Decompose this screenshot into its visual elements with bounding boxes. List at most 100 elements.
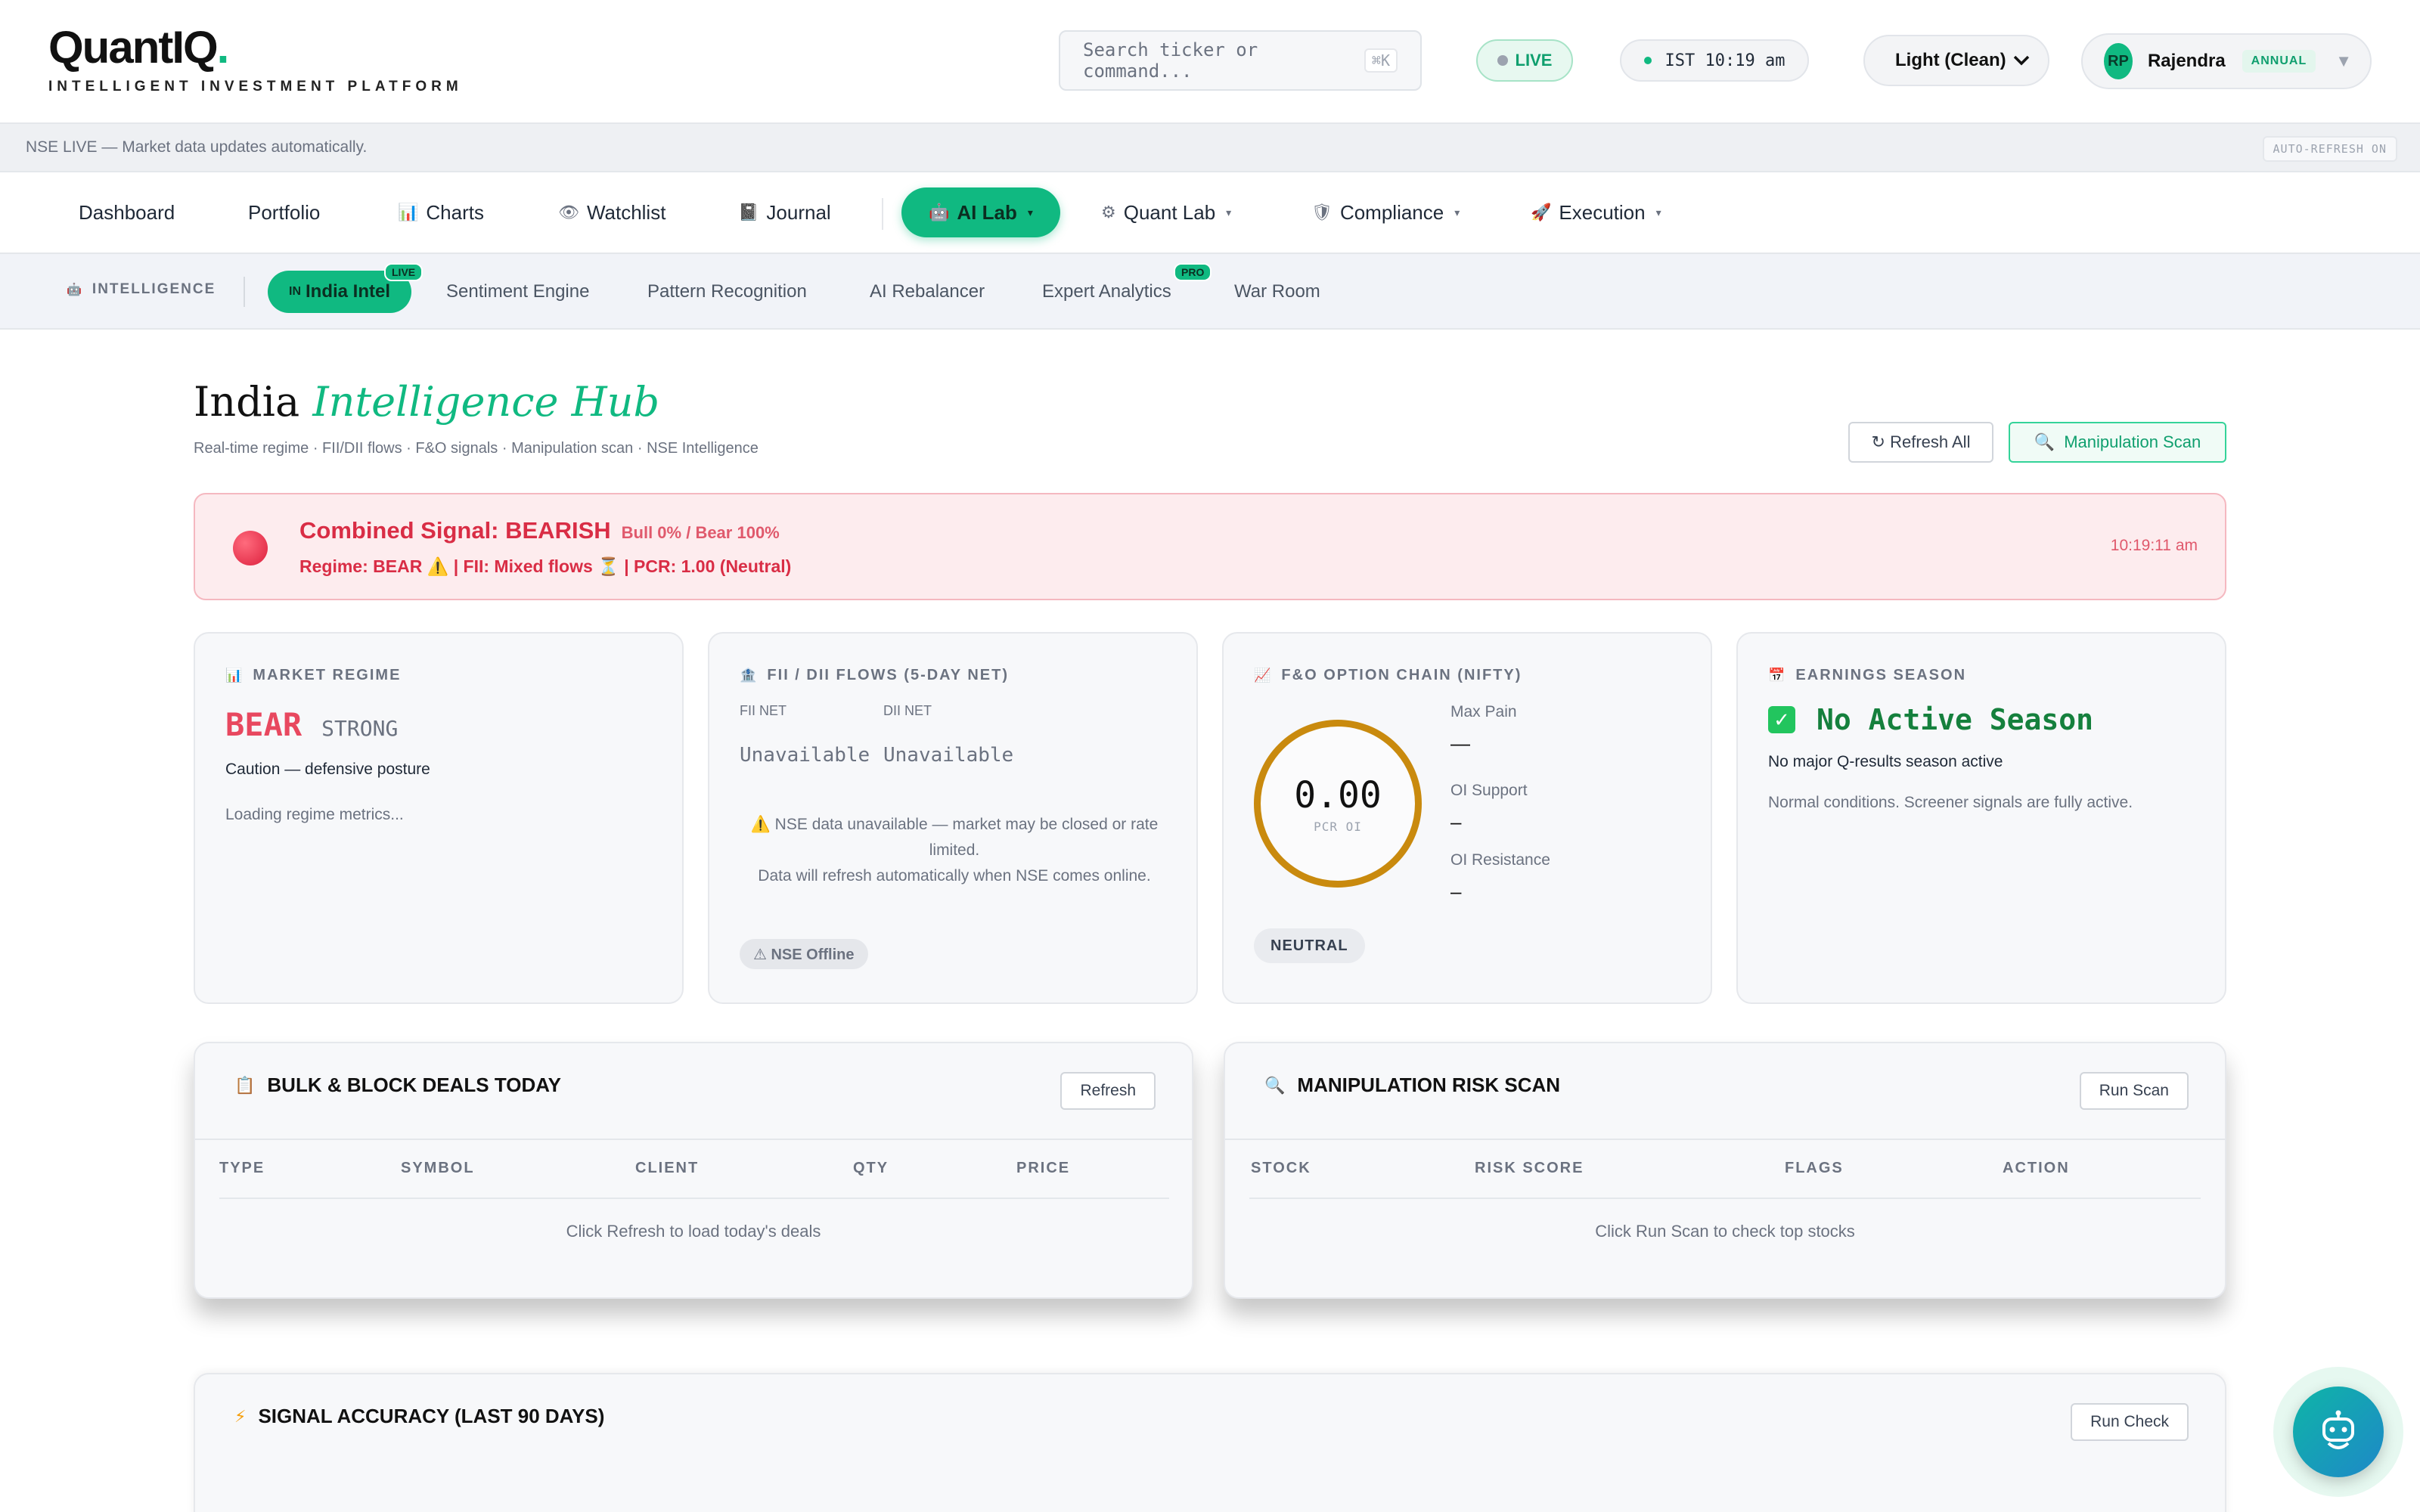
subtab-pattern-recognition[interactable]: Pattern Recognition	[647, 271, 807, 313]
nav-label: AI Lab	[957, 200, 1017, 224]
earnings-status: ✓ No Active Season	[1768, 703, 2093, 736]
panel-title: 📋 BULK & BLOCK DEALS TODAY	[234, 1074, 561, 1097]
subtab-war-room[interactable]: War Room	[1234, 271, 1320, 313]
calendar-icon: 📅	[1768, 668, 1787, 683]
live-label: LIVE	[1515, 51, 1553, 70]
oi-resistance-value: –	[1450, 880, 1462, 903]
signal-title-text: Combined Signal: BEARISH	[299, 517, 611, 544]
subtab-expert-analytics[interactable]: Expert Analytics	[1042, 271, 1171, 313]
caret-icon: ▾	[1454, 206, 1460, 218]
sub-divider	[244, 277, 245, 307]
sub-nav: 🤖 INTELLIGENCE IN India Intel LIVE Sentim…	[0, 254, 2420, 330]
manipulation-scan-button[interactable]: 🔍 Manipulation Scan	[2009, 422, 2226, 463]
user-menu[interactable]: RP Rajendra ANNUAL ▼	[2081, 33, 2372, 89]
refresh-all-button[interactable]: ↻ Refresh All	[1848, 422, 1993, 463]
column-header[interactable]: FLAGS	[1785, 1160, 1844, 1177]
nav-charts[interactable]: 📊 Charts	[398, 187, 484, 237]
card-heading-text: EARNINGS SEASON	[1795, 667, 1967, 683]
card-heading: 📅 EARNINGS SEASON	[1768, 667, 1966, 684]
clock-badge: IST 10:19 am	[1620, 39, 1809, 82]
column-header[interactable]: QTY	[853, 1160, 889, 1177]
panel-title: ⚡ SIGNAL ACCURACY (LAST 90 DAYS)	[234, 1405, 604, 1428]
page-subtitle: Real-time regime · FII/DII flows · F&O s…	[194, 440, 759, 457]
nav-label: Journal	[766, 200, 831, 224]
manipulation-scan-label: Manipulation Scan	[2064, 432, 2201, 451]
dii-net-label: DII NET	[883, 703, 932, 718]
nse-message-line-1: ⚠️ NSE data unavailable — market may be …	[750, 816, 1159, 859]
nse-unavailable-message: ⚠️ NSE data unavailable — market may be …	[740, 812, 1169, 889]
notebook-icon: 📓	[738, 203, 759, 222]
auto-refresh-badge[interactable]: AUTO-REFRESH ON	[2262, 136, 2397, 162]
caret-down-icon: ▼	[2335, 51, 2352, 70]
theme-select[interactable]: Light (Clean)	[1863, 35, 2049, 86]
india-flag-icon: IN	[289, 285, 301, 298]
clock-text: IST 10:19 am	[1665, 51, 1786, 70]
subtab-label: India Intel	[306, 281, 391, 302]
empty-state-message: Click Refresh to load today's deals	[566, 1222, 821, 1241]
nav-compliance[interactable]: 🛡 Compliance ▾	[1311, 187, 1460, 237]
panel-title-text: SIGNAL ACCURACY (LAST 90 DAYS)	[258, 1405, 605, 1427]
earnings-title: No Active Season	[1817, 703, 2094, 736]
card-heading: 📊 MARKET REGIME	[225, 667, 401, 684]
signal-timestamp: 10:19:11 am	[2110, 537, 2198, 554]
card-heading: 📈 F&O OPTION CHAIN (NIFTY)	[1254, 667, 1522, 684]
column-header[interactable]: RISK SCORE	[1475, 1160, 1584, 1177]
live-dot-icon	[1497, 55, 1508, 66]
subtab-sentiment-engine[interactable]: Sentiment Engine	[446, 271, 589, 313]
signal-accuracy-panel: ⚡ SIGNAL ACCURACY (LAST 90 DAYS) Run Chec…	[194, 1373, 2226, 1512]
refresh-deals-button[interactable]: Refresh	[1060, 1072, 1156, 1110]
sub-section-label: 🤖 INTELLIGENCE	[67, 281, 216, 298]
notice-text: NSE LIVE — Market data updates automatic…	[26, 138, 368, 156]
nav-quant-lab[interactable]: ⚙ Quant Lab ▾	[1101, 187, 1231, 237]
nav-label: Dashboard	[79, 200, 175, 224]
run-check-button[interactable]: Run Check	[2071, 1403, 2189, 1441]
nav-label: Compliance	[1339, 200, 1444, 224]
column-header[interactable]: STOCK	[1251, 1160, 1311, 1177]
search-input[interactable]: Search ticker or command... ⌘K	[1059, 30, 1422, 91]
subtab-ai-rebalancer[interactable]: AI Rebalancer	[870, 271, 985, 313]
nav-execution[interactable]: 🚀 Execution ▾	[1531, 187, 1661, 237]
nse-message-line-2: Data will refresh automatically when NSE…	[758, 867, 1151, 885]
column-header[interactable]: CLIENT	[635, 1160, 699, 1177]
lightning-icon: ⚡	[234, 1406, 247, 1426]
earnings-subtext: Normal conditions. Screener signals are …	[1768, 794, 2133, 811]
nav-label: Portfolio	[248, 200, 321, 224]
column-header[interactable]: TYPE	[219, 1160, 265, 1177]
nav-dashboard[interactable]: Dashboard	[79, 187, 175, 237]
run-scan-button[interactable]: Run Scan	[2079, 1072, 2189, 1110]
caret-icon: ▾	[1027, 206, 1033, 218]
nav-ai-lab[interactable]: 🤖 AI Lab ▾	[901, 187, 1060, 237]
search-icon: 🔍	[2034, 432, 2055, 451]
nav-watchlist[interactable]: 👁 Watchlist	[558, 187, 666, 237]
fii-dii-flows-card: 🏦 FII / DII FLOWS (5-DAY NET) FII NET DII…	[708, 632, 1198, 1004]
signal-indicator-icon	[233, 531, 268, 565]
card-heading-text: FII / DII FLOWS (5-DAY NET)	[767, 667, 1009, 683]
check-icon: ✓	[1768, 706, 1795, 733]
column-header[interactable]: PRICE	[1016, 1160, 1070, 1177]
panel-title: 🔍 MANIPULATION RISK SCAN	[1264, 1074, 1560, 1097]
gear-icon: ⚙	[1101, 203, 1116, 222]
plan-badge: ANNUAL	[2242, 50, 2316, 73]
rocket-icon: 🚀	[1531, 203, 1552, 222]
earnings-note: No major Q-results season active	[1768, 753, 2003, 770]
nav-journal[interactable]: 📓 Journal	[738, 187, 831, 237]
regime-loading-text: Loading regime metrics...	[225, 806, 404, 823]
column-header[interactable]: SYMBOL	[401, 1160, 475, 1177]
assistant-bot-button[interactable]	[2293, 1387, 2384, 1477]
option-chain-card: 📈 F&O OPTION CHAIN (NIFTY) 0.00 PCR OI Ma…	[1222, 632, 1712, 1004]
regime-strength: STRONG	[321, 716, 399, 741]
signal-detail: Regime: BEAR ⚠️ | FII: Mixed flows ⏳ | P…	[299, 556, 792, 576]
robot-icon: 🤖	[67, 284, 83, 296]
column-header[interactable]: ACTION	[2003, 1160, 2070, 1177]
regime-value: BEAR STRONG	[225, 706, 398, 743]
nav-portfolio[interactable]: Portfolio	[248, 187, 320, 237]
oi-support-label: OI Support	[1450, 782, 1528, 799]
empty-state-message: Click Run Scan to check top stocks	[1595, 1222, 1855, 1241]
trend-chart-icon: 📈	[1254, 668, 1273, 683]
brand-logo[interactable]: QuantIQ. INTELLIGENT INVESTMENT PLATFORM	[48, 21, 463, 95]
pcr-value: 0.00	[1294, 773, 1382, 816]
signal-title: Combined Signal: BEARISH Bull 0% / Bear …	[299, 517, 780, 544]
subtab-label: Expert Analytics	[1042, 281, 1171, 302]
brand-tagline: INTELLIGENT INVESTMENT PLATFORM	[48, 79, 463, 94]
oi-support-value: –	[1450, 810, 1462, 833]
